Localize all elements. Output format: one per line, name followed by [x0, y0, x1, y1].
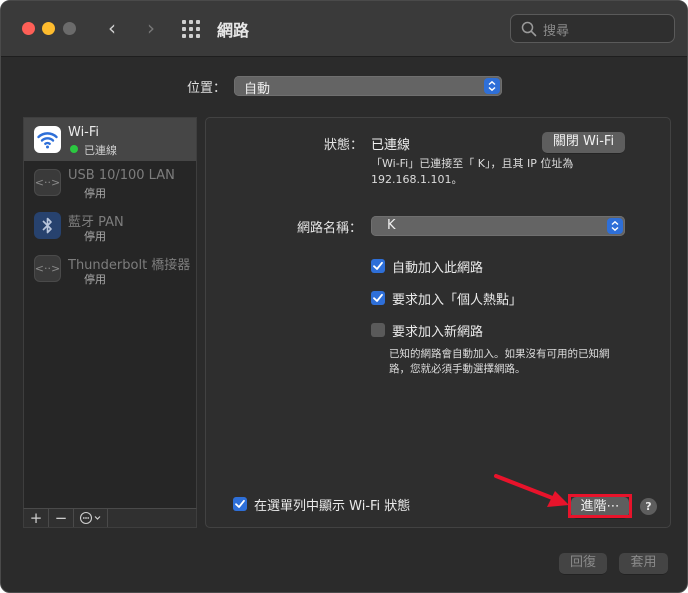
show-in-menubar-checkbox[interactable]	[233, 497, 247, 511]
show-in-menubar-label: 在選單列中顯示 Wi-Fi 狀態	[254, 499, 411, 514]
advanced-button[interactable]: 進階⋯	[571, 497, 629, 518]
network-name-value: K	[387, 218, 396, 233]
service-status: 停用	[84, 187, 106, 200]
status-description-line: 「Wi-Fi」已連接至「 K」，且其 IP 位址為	[371, 157, 574, 170]
hint-line: 路，您就必須手動選擇網路。	[389, 363, 526, 375]
revert-button[interactable]: 回復	[559, 553, 607, 574]
wifi-icon	[34, 126, 61, 153]
location-value: 自動	[244, 82, 271, 97]
ip-address-line: 192.168.1.101。	[371, 173, 463, 186]
ask-hotspot-label: 要求加入「個人熱點」	[392, 293, 523, 308]
service-name: USB 10/100 LAN	[68, 168, 175, 183]
checkmark-icon	[235, 499, 245, 508]
forward-arrow-icon[interactable]: ›	[140, 15, 162, 41]
window-title: 網路	[217, 21, 250, 40]
popup-chevrons-icon	[484, 78, 500, 94]
bluetooth-icon	[34, 212, 61, 239]
service-item-thunderbolt-bridge[interactable]: <··> Thunderbolt 橋接器 停用	[24, 247, 196, 290]
network-preferences-window: ‹ › 網路 搜尋 位置： 自動 Wi-Fi 已連線 <··> USB 10/1…	[0, 0, 688, 593]
turn-off-wifi-button[interactable]: 關閉 Wi-Fi	[542, 132, 625, 153]
service-list-toolbar: + −	[23, 508, 197, 528]
checkmark-icon	[373, 261, 383, 270]
show-all-grid-icon[interactable]	[182, 20, 200, 38]
hint-line: 已知的網路會自動加入。如果沒有可用的已知網	[389, 348, 610, 360]
ellipsis-circle-icon	[79, 511, 101, 525]
service-item-bluetooth-pan[interactable]: 藍牙 PAN 停用	[24, 204, 196, 247]
service-item-usb-lan[interactable]: <··> USB 10/100 LAN 停用	[24, 161, 196, 204]
service-status: 已連線	[84, 144, 117, 157]
ask-new-network-checkbox[interactable]	[371, 323, 385, 337]
minimize-window-button[interactable]	[42, 22, 55, 35]
auto-join-checkbox[interactable]	[371, 259, 385, 273]
network-name-label: 網路名稱：	[297, 221, 363, 236]
popup-chevrons-icon	[607, 218, 623, 234]
ask-new-network-label: 要求加入新網路	[392, 325, 484, 340]
title-bar: ‹ › 網路 搜尋	[1, 1, 687, 57]
status-label: 狀態：	[324, 138, 364, 153]
ask-hotspot-checkbox[interactable]	[371, 291, 385, 305]
search-input[interactable]: 搜尋	[510, 14, 675, 43]
apply-button[interactable]: 套用	[619, 553, 668, 574]
service-list: Wi-Fi 已連線 <··> USB 10/100 LAN 停用 藍牙 PAN …	[23, 117, 197, 509]
add-service-button[interactable]: +	[24, 509, 49, 527]
status-value: 已連線	[371, 138, 411, 153]
svg-text:<··>: <··>	[35, 262, 60, 275]
auto-join-label: 自動加入此網路	[392, 261, 484, 276]
search-icon	[521, 21, 537, 37]
close-window-button[interactable]	[22, 22, 35, 35]
action-menu-button[interactable]	[74, 509, 108, 527]
zoom-window-button[interactable]	[63, 22, 76, 35]
network-name-popup[interactable]: K	[371, 216, 625, 236]
connected-status-dot	[70, 145, 78, 153]
service-status: 停用	[84, 273, 106, 286]
help-button[interactable]: ?	[640, 498, 657, 515]
service-name: Wi-Fi	[68, 125, 100, 140]
back-arrow-icon[interactable]: ‹	[101, 15, 123, 41]
bridge-icon: <··>	[34, 255, 61, 282]
service-status: 停用	[84, 230, 106, 243]
remove-service-button[interactable]: −	[49, 509, 74, 527]
ask-new-network-hint: 已知的網路會自動加入。如果沒有可用的已知網 路，您就必須手動選擇網路。	[389, 347, 649, 377]
service-item-wifi[interactable]: Wi-Fi 已連線	[24, 118, 196, 161]
svg-text:<··>: <··>	[35, 176, 60, 189]
checkmark-icon	[373, 293, 383, 302]
ethernet-icon: <··>	[34, 169, 61, 196]
status-description: 「Wi-Fi」已連接至「 K」，且其 IP 位址為 192.168.1.101。	[371, 156, 631, 188]
search-placeholder: 搜尋	[543, 24, 570, 39]
location-popup[interactable]: 自動	[234, 76, 502, 97]
location-label: 位置：	[187, 81, 227, 96]
